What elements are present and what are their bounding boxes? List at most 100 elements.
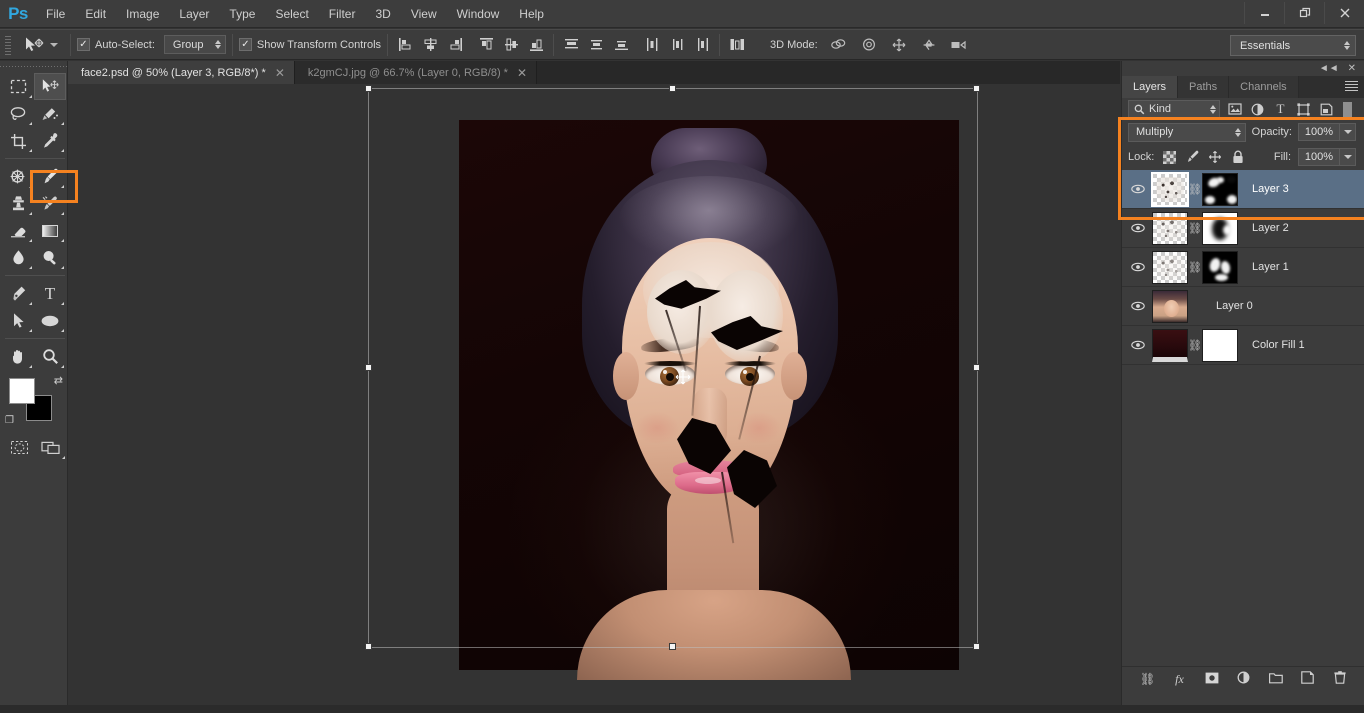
reset-colors-icon[interactable]: ❐ <box>5 415 14 426</box>
options-bar-grip[interactable] <box>3 33 13 56</box>
lock-image-pixels-button[interactable] <box>1184 149 1200 165</box>
layer-mask-thumbnail[interactable] <box>1202 328 1238 362</box>
menu-filter[interactable]: Filter <box>319 0 366 28</box>
tab-layers[interactable]: Layers <box>1122 76 1179 98</box>
transform-handle-top-left[interactable] <box>365 85 372 92</box>
auto-select-scope-dropdown[interactable]: Group <box>163 35 226 54</box>
close-icon[interactable]: ✕ <box>517 67 527 79</box>
lasso-tool[interactable] <box>2 100 34 127</box>
ellipse-tool[interactable] <box>34 307 66 334</box>
transform-handle-middle-right[interactable] <box>973 364 980 371</box>
quick-mask-mode-button[interactable] <box>3 434 35 461</box>
adjustment-layer-filter-icon[interactable] <box>1249 101 1266 118</box>
document-tab-k2gmcj[interactable]: k2gmCJ.jpg @ 66.7% (Layer 0, RGB/8) * ✕ <box>294 61 538 84</box>
lock-all-button[interactable] <box>1230 149 1246 165</box>
swap-colors-icon[interactable]: ⇄ <box>54 374 63 387</box>
transform-handle-top-right[interactable] <box>973 85 980 92</box>
layer-thumbnail[interactable] <box>1152 250 1188 284</box>
rectangular-marquee-tool[interactable] <box>2 73 34 100</box>
layer-row-layer-1[interactable]: ⛓ Layer 1 <box>1122 248 1364 287</box>
transform-handle-bottom-left[interactable] <box>365 643 372 650</box>
new-layer-icon[interactable] <box>1300 671 1315 687</box>
panel-menu-icon[interactable] <box>1345 81 1358 92</box>
menu-select[interactable]: Select <box>265 0 318 28</box>
distribute-vertical-centers-button[interactable] <box>585 34 607 56</box>
layer-mask-link-icon[interactable]: ⛓ <box>1188 183 1202 196</box>
tools-panel-grip[interactable] <box>0 61 67 73</box>
gradient-tool[interactable] <box>34 217 66 244</box>
transform-handle-bottom-center[interactable] <box>669 643 676 650</box>
menu-3d[interactable]: 3D <box>365 0 400 28</box>
scale-3d-button[interactable] <box>948 34 970 56</box>
layer-thumbnail[interactable] <box>1152 289 1188 323</box>
align-left-edges-button[interactable] <box>394 34 416 56</box>
move-tool[interactable] <box>34 73 66 100</box>
fill-value[interactable]: 100% <box>1298 148 1340 166</box>
transform-handle-top-center[interactable] <box>669 85 676 92</box>
distribute-horizontal-centers-button[interactable] <box>666 34 688 56</box>
layer-row-layer-3[interactable]: ⛓ Layer 3 <box>1122 170 1364 209</box>
layer-mask-thumbnail[interactable] <box>1202 250 1238 284</box>
quick-selection-tool[interactable] <box>34 100 66 127</box>
menu-type[interactable]: Type <box>219 0 265 28</box>
menu-help[interactable]: Help <box>509 0 554 28</box>
distribute-top-edges-button[interactable] <box>560 34 582 56</box>
layer-row-layer-0[interactable]: Layer 0 <box>1122 287 1364 326</box>
layer-visibility-toggle[interactable] <box>1124 340 1152 350</box>
blur-tool[interactable] <box>2 244 34 271</box>
align-horizontal-centers-button[interactable] <box>419 34 441 56</box>
menu-view[interactable]: View <box>401 0 447 28</box>
link-layers-icon[interactable]: ⛓ <box>1140 672 1155 686</box>
align-bottom-edges-button[interactable] <box>525 34 547 56</box>
transform-handle-bottom-right[interactable] <box>973 643 980 650</box>
canvas-area[interactable] <box>68 84 1120 709</box>
opacity-value[interactable]: 100% <box>1298 123 1340 141</box>
history-brush-tool[interactable] <box>34 190 66 217</box>
filter-kind-dropdown[interactable]: Kind <box>1128 100 1220 118</box>
lock-position-button[interactable] <box>1207 149 1223 165</box>
tab-channels[interactable]: Channels <box>1229 76 1299 98</box>
distribute-right-edges-button[interactable] <box>691 34 713 56</box>
roll-3d-button[interactable] <box>858 34 880 56</box>
layer-mask-thumbnail[interactable] <box>1202 211 1238 245</box>
clone-stamp-tool[interactable] <box>2 190 34 217</box>
close-button[interactable] <box>1324 2 1364 24</box>
workspace-dropdown[interactable]: Essentials <box>1230 35 1356 56</box>
rotate-3d-button[interactable] <box>828 34 850 56</box>
layer-mask-link-icon[interactable]: ⛓ <box>1188 261 1202 274</box>
transform-handle-middle-left[interactable] <box>365 364 372 371</box>
close-icon[interactable]: ✕ <box>275 67 285 79</box>
collapse-panel-icon[interactable]: ◄◄ <box>1319 63 1339 74</box>
menu-image[interactable]: Image <box>116 0 169 28</box>
layer-mask-thumbnail[interactable] <box>1202 172 1238 206</box>
distribute-left-edges-button[interactable] <box>641 34 663 56</box>
align-vertical-centers-button[interactable] <box>500 34 522 56</box>
opacity-slider-caret[interactable] <box>1340 123 1356 141</box>
pen-tool[interactable] <box>2 280 34 307</box>
close-panel-icon[interactable]: ✕ <box>1348 63 1356 74</box>
layer-visibility-toggle[interactable] <box>1124 301 1152 311</box>
lock-transparent-pixels-button[interactable] <box>1161 149 1177 165</box>
align-right-edges-button[interactable] <box>444 34 466 56</box>
shape-layer-filter-icon[interactable] <box>1295 101 1312 118</box>
eyedropper-tool[interactable] <box>34 127 66 154</box>
fill-slider-caret[interactable] <box>1340 148 1356 166</box>
auto-select-checkbox[interactable]: ✓ <box>77 38 90 51</box>
align-top-edges-button[interactable] <box>475 34 497 56</box>
layer-thumbnail[interactable] <box>1152 211 1188 245</box>
layer-visibility-toggle[interactable] <box>1124 223 1152 233</box>
crop-tool[interactable] <box>2 127 34 154</box>
type-layer-filter-icon[interactable]: T <box>1272 101 1289 118</box>
layer-mask-link-icon[interactable]: ⛓ <box>1188 339 1202 352</box>
hand-tool[interactable] <box>2 343 34 370</box>
zoom-tool[interactable] <box>34 343 66 370</box>
eraser-tool[interactable] <box>2 217 34 244</box>
show-transform-controls-checkbox[interactable]: ✓ <box>238 38 252 51</box>
path-selection-tool[interactable] <box>2 307 34 334</box>
type-tool[interactable]: T <box>34 280 66 307</box>
transform-bounding-box[interactable] <box>365 85 980 650</box>
new-group-icon[interactable] <box>1268 672 1283 687</box>
dodge-tool[interactable] <box>34 244 66 271</box>
menu-edit[interactable]: Edit <box>75 0 116 28</box>
smart-object-filter-icon[interactable] <box>1318 101 1335 118</box>
